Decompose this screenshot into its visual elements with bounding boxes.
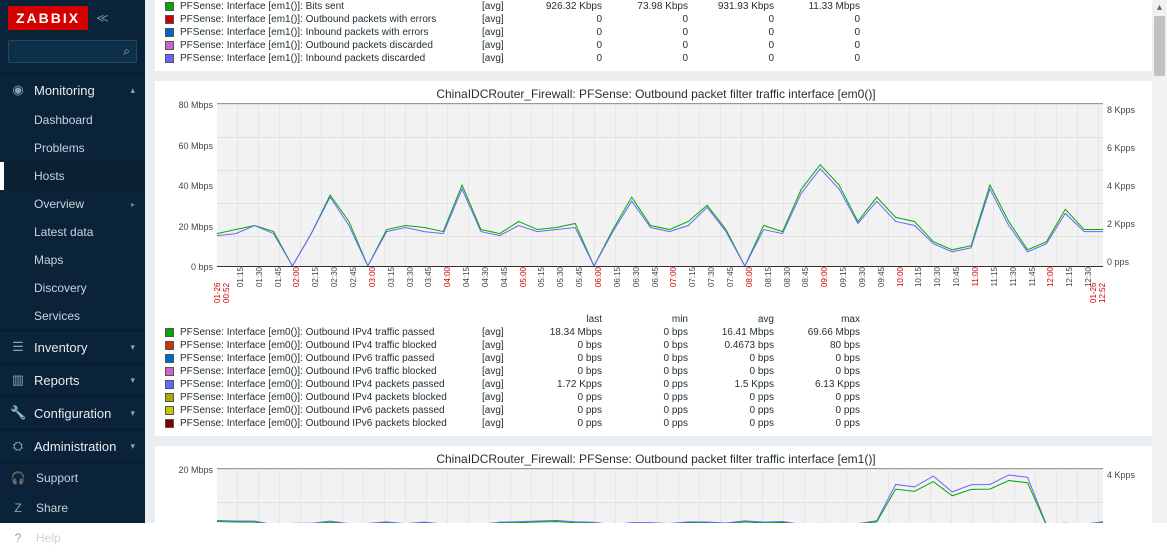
chevron-down-icon: ▾ [130,441,135,452]
legend-row: PFSense: Interface [em1()]: Outbound pac… [165,39,860,52]
list-icon: ☰ [10,339,26,355]
legend-row: PFSense: Interface [em1()]: Bits sent[av… [165,0,860,13]
sidebar-item-services[interactable]: Services [0,302,145,330]
chart-legend-panel: PFSense: Interface [em1()]: Bits sent[av… [155,0,1157,71]
wrench-icon: 🔧 [10,405,26,421]
nav-administration[interactable]: ⛭ Administration ▾ [0,430,145,462]
main-content: PFSense: Interface [em1()]: Bits sent[av… [145,0,1167,523]
legend-row: PFSense: Interface [em1()]: Inbound pack… [165,26,860,39]
chevron-down-icon: ▾ [130,375,135,386]
y-axis-right: 4 Kpps3 Kpps [1103,468,1151,523]
chart-title: ChinaIDCRouter_Firewall: PFSense: Outbou… [155,81,1157,103]
logo[interactable]: ZABBIX [8,6,88,30]
search-input[interactable]: ⌕ [8,40,137,63]
legend-row: PFSense: Interface [em0()]: Outbound IPv… [165,404,860,417]
sidebar-item-problems[interactable]: Problems [0,134,145,162]
legend-row: PFSense: Interface [em1()]: Inbound pack… [165,52,860,65]
sidebar-item-dashboard[interactable]: Dashboard [0,106,145,134]
nav-support[interactable]: 🎧 Support [0,463,145,493]
sidebar-item-discovery[interactable]: Discovery [0,274,145,302]
y-axis-right: 8 Kpps6 Kpps4 Kpps2 Kpps0 pps [1103,103,1151,267]
chart-title: ChinaIDCRouter_Firewall: PFSense: Outbou… [155,446,1157,468]
legend-row: PFSense: Interface [em0()]: Outbound IPv… [165,365,860,378]
scrollbar-thumb[interactable] [1154,16,1165,76]
scroll-up-icon[interactable]: ▴ [1152,0,1167,15]
chart-plot[interactable]: 01-26 00:5201:1501:3001:4502:0002:1502:3… [217,103,1103,303]
x-axis: 01-26 00:5201:1501:3001:4502:0002:1502:3… [217,267,1103,303]
gear-icon: ⛭ [10,438,26,454]
support-icon: 🎧 [10,471,26,485]
vertical-scrollbar[interactable]: ▴ [1152,0,1167,523]
legend-row: PFSense: Interface [em0()]: Outbound IPv… [165,326,860,339]
chart-panel-em1: ChinaIDCRouter_Firewall: PFSense: Outbou… [155,446,1157,523]
nav-label: Reports [34,373,80,388]
chevron-up-icon: ▴ [130,85,135,96]
nav-label: Share [36,501,68,515]
sidebar: ZABBIX ≪ ⌕ ◉ Monitoring ▴ DashboardProbl… [0,0,145,523]
sidebar-item-hosts[interactable]: Hosts [0,162,145,190]
sidebar-item-overview[interactable]: Overview▸ [0,190,145,218]
sidebar-item-maps[interactable]: Maps [0,246,145,274]
nav-label: Administration [34,439,116,454]
legend-row: PFSense: Interface [em0()]: Outbound IPv… [165,378,860,391]
collapse-sidebar-icon[interactable]: ≪ [96,11,109,25]
nav-monitoring-sub: DashboardProblemsHostsOverview▸Latest da… [0,106,145,330]
legend-row: PFSense: Interface [em1()]: Outbound pac… [165,13,860,26]
search-field[interactable] [15,45,123,59]
nav-share[interactable]: Z Share [0,493,145,523]
legend-row: PFSense: Interface [em0()]: Outbound IPv… [165,339,860,352]
chevron-down-icon: ▾ [130,408,135,419]
nav-label: Help [36,531,61,545]
chevron-right-icon: ▸ [131,200,135,209]
search-icon[interactable]: ⌕ [123,44,130,59]
nav-label: Support [36,471,78,485]
chevron-down-icon: ▾ [130,342,135,353]
help-icon: ? [10,531,26,545]
y-axis-left: 20 Mbps15 Mbps [161,468,217,523]
nav-configuration[interactable]: 🔧 Configuration ▾ [0,397,145,429]
legend-row: PFSense: Interface [em0()]: Outbound IPv… [165,391,860,404]
nav-label: Inventory [34,340,87,355]
share-icon: Z [10,501,26,515]
nav-reports[interactable]: ▥ Reports ▾ [0,364,145,396]
legend-row: PFSense: Interface [em0()]: Outbound IPv… [165,417,860,430]
eye-icon: ◉ [10,82,26,98]
nav-monitoring[interactable]: ◉ Monitoring ▴ [0,74,145,106]
nav-inventory[interactable]: ☰ Inventory ▾ [0,331,145,363]
legend-row: PFSense: Interface [em0()]: Outbound IPv… [165,352,860,365]
chart-icon: ▥ [10,372,26,388]
nav-label: Configuration [34,406,111,421]
sidebar-item-latest[interactable]: Latest data [0,218,145,246]
nav-help[interactable]: ? Help [0,523,145,553]
y-axis-left: 80 Mbps60 Mbps40 Mbps20 Mbps0 bps [161,103,217,267]
chart-panel-em0: ChinaIDCRouter_Firewall: PFSense: Outbou… [155,81,1157,436]
nav-label: Monitoring [34,83,95,98]
chart-plot[interactable] [217,468,1103,523]
